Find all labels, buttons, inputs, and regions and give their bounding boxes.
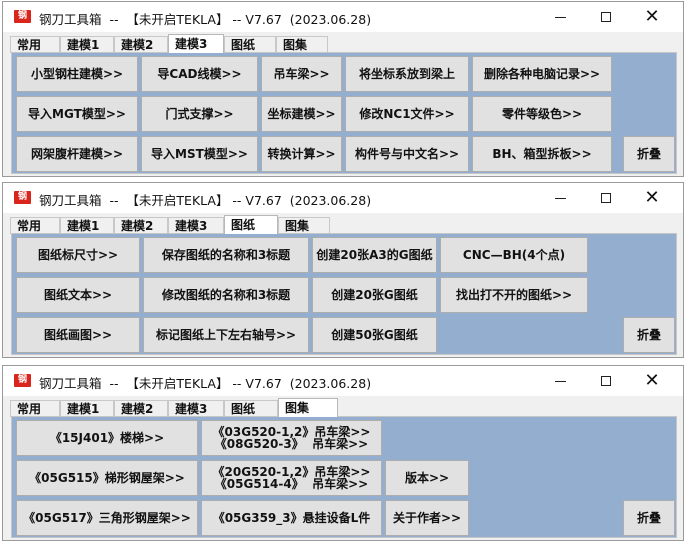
window-title: 钢刀工具箱 -- 【未开启TEKLA】 -- V7.67 (2023.06.28… bbox=[39, 376, 372, 391]
mark-axis-labels-button[interactable]: 标记图纸上下左右轴号>> bbox=[143, 317, 309, 353]
close-button[interactable]: ✕ bbox=[629, 183, 675, 213]
atlas-crane-beam-03-08-button[interactable]: 《03G520-1,2》吊车梁>> 《08G520-3》 吊车梁>> bbox=[201, 420, 382, 456]
tab-modeling3[interactable]: 建模3 bbox=[168, 34, 224, 53]
button-line-2: 《05G514-4》 吊车梁>> bbox=[214, 477, 369, 491]
version-button[interactable]: 版本>> bbox=[385, 460, 469, 496]
tab-atlas[interactable]: 图集 bbox=[276, 36, 328, 53]
delete-records-button[interactable]: 删除各种电脑记录>> bbox=[472, 56, 612, 92]
small-steel-column-button[interactable]: 小型钢柱建模>> bbox=[16, 56, 138, 92]
close-icon: ✕ bbox=[644, 370, 660, 391]
import-mgt-button[interactable]: 导入MGT模型>> bbox=[16, 96, 138, 132]
window-drawings: 钢刀 钢刀工具箱 -- 【未开启TEKLA】 -- V7.67 (2023.06… bbox=[2, 182, 684, 358]
title-bar[interactable]: 钢刀 钢刀工具箱 -- 【未开启TEKLA】 -- V7.67 (2023.06… bbox=[3, 183, 683, 215]
atlas-05g517-triangle-truss-button[interactable]: 《05G517》三角形钢屋架>> bbox=[16, 500, 198, 536]
atlas-05g359-hanging-button[interactable]: 《05G359_3》悬挂设备L件 bbox=[201, 500, 382, 536]
minimize-button[interactable] bbox=[537, 366, 583, 396]
save-drawing-title-button[interactable]: 保存图纸的名称和3标题 bbox=[143, 237, 309, 273]
fold-button[interactable]: 折叠 bbox=[623, 317, 675, 353]
minimize-button[interactable] bbox=[537, 183, 583, 213]
drawing-sketch-button[interactable]: 图纸画图>> bbox=[16, 317, 140, 353]
tab-modeling3[interactable]: 建模3 bbox=[168, 217, 224, 234]
atlas-15j401-stairs-button[interactable]: 《15J401》楼梯>> bbox=[16, 420, 198, 456]
close-icon: ✕ bbox=[644, 187, 660, 208]
bh-box-split-button[interactable]: BH、箱型拆板>> bbox=[472, 136, 612, 172]
part-class-color-button[interactable]: 零件等级色>> bbox=[472, 96, 612, 132]
tab-drawings[interactable]: 图纸 bbox=[224, 215, 278, 234]
about-author-button[interactable]: 关于作者>> bbox=[385, 500, 469, 536]
button-panel: 图纸标尺寸>> 保存图纸的名称和3标题 创建20张A3的G图纸 CNC—BH(4… bbox=[11, 233, 677, 355]
button-panel: 《15J401》楼梯>> 《03G520-1,2》吊车梁>> 《08G520-3… bbox=[11, 416, 677, 538]
portal-brace-button[interactable]: 门式支撑>> bbox=[141, 96, 258, 132]
maximize-button[interactable] bbox=[583, 366, 629, 396]
app-icon: 钢刀 bbox=[14, 374, 31, 398]
crane-beam-button[interactable]: 吊车梁>> bbox=[261, 56, 342, 92]
title-bar[interactable]: 钢刀 钢刀工具箱 -- 【未开启TEKLA】 -- V7.67 (2023.06… bbox=[3, 366, 683, 398]
fold-button[interactable]: 折叠 bbox=[623, 500, 675, 536]
tab-modeling2[interactable]: 建模2 bbox=[114, 36, 168, 53]
drawing-dimension-button[interactable]: 图纸标尺寸>> bbox=[16, 237, 140, 273]
truss-web-member-button[interactable]: 网架腹杆建模>> bbox=[16, 136, 138, 172]
button-panel: 小型钢柱建模>> 导CAD线模>> 吊车梁>> 将坐标系放到梁上 删除各种电脑记… bbox=[11, 52, 677, 174]
maximize-icon bbox=[601, 193, 611, 203]
button-line-2: 《08G520-3》 吊车梁>> bbox=[214, 437, 369, 451]
window-title: 钢刀工具箱 -- 【未开启TEKLA】 -- V7.67 (2023.06.28… bbox=[39, 193, 372, 208]
modify-nc1-button[interactable]: 修改NC1文件>> bbox=[345, 96, 469, 132]
coordinate-model-button[interactable]: 坐标建模>> bbox=[261, 96, 342, 132]
maximize-icon bbox=[601, 376, 611, 386]
cnc-bh-button[interactable]: CNC—BH(4个点) bbox=[440, 237, 588, 273]
tab-common[interactable]: 常用 bbox=[10, 217, 60, 234]
atlas-crane-beam-20-05-button[interactable]: 《20G520-1,2》吊车梁>> 《05G514-4》 吊车梁>> bbox=[201, 460, 382, 496]
find-broken-drawings-button[interactable]: 找出打不开的图纸>> bbox=[440, 277, 588, 313]
minimize-icon bbox=[554, 380, 566, 382]
create-a3-g-drawings-button[interactable]: 创建20张A3的G图纸 bbox=[312, 237, 437, 273]
maximize-button[interactable] bbox=[583, 2, 629, 32]
coordinate-to-beam-button[interactable]: 将坐标系放到梁上 bbox=[345, 56, 469, 92]
tab-common[interactable]: 常用 bbox=[10, 36, 60, 53]
minimize-button[interactable] bbox=[537, 2, 583, 32]
tab-modeling3[interactable]: 建模3 bbox=[168, 400, 224, 417]
tab-atlas[interactable]: 图集 bbox=[278, 398, 338, 417]
window-title: 钢刀工具箱 -- 【未开启TEKLA】 -- V7.67 (2023.06.28… bbox=[39, 12, 372, 27]
app-icon: 钢刀 bbox=[14, 191, 31, 215]
window-modeling3: 钢刀 钢刀工具箱 -- 【未开启TEKLA】 -- V7.67 (2023.06… bbox=[2, 1, 684, 177]
close-button[interactable]: ✕ bbox=[629, 366, 675, 396]
minimize-icon bbox=[554, 16, 566, 18]
import-cad-wire-button[interactable]: 导CAD线模>> bbox=[141, 56, 258, 92]
app-icon: 钢刀 bbox=[14, 10, 31, 34]
drawing-text-button[interactable]: 图纸文本>> bbox=[16, 277, 140, 313]
window-atlas: 钢刀 钢刀工具箱 -- 【未开启TEKLA】 -- V7.67 (2023.06… bbox=[2, 365, 684, 541]
maximize-icon bbox=[601, 12, 611, 22]
tab-modeling1[interactable]: 建模1 bbox=[60, 36, 114, 53]
tab-modeling1[interactable]: 建模1 bbox=[60, 217, 114, 234]
part-number-name-button[interactable]: 构件号与中文名>> bbox=[345, 136, 469, 172]
fold-button[interactable]: 折叠 bbox=[623, 136, 675, 172]
minimize-icon bbox=[554, 197, 566, 199]
import-mst-button[interactable]: 导入MST模型>> bbox=[141, 136, 258, 172]
tab-atlas[interactable]: 图集 bbox=[278, 217, 330, 234]
atlas-05g515-trapezoid-truss-button[interactable]: 《05G515》梯形钢屋架>> bbox=[16, 460, 198, 496]
create-20-g-drawings-button[interactable]: 创建20张G图纸 bbox=[312, 277, 437, 313]
close-icon: ✕ bbox=[644, 6, 660, 27]
tab-modeling2[interactable]: 建模2 bbox=[114, 217, 168, 234]
create-50-g-drawings-button[interactable]: 创建50张G图纸 bbox=[312, 317, 437, 353]
title-bar[interactable]: 钢刀 钢刀工具箱 -- 【未开启TEKLA】 -- V7.67 (2023.06… bbox=[3, 2, 683, 34]
tab-drawings[interactable]: 图纸 bbox=[224, 36, 276, 53]
tab-drawings[interactable]: 图纸 bbox=[224, 400, 278, 417]
tab-common[interactable]: 常用 bbox=[10, 400, 60, 417]
maximize-button[interactable] bbox=[583, 183, 629, 213]
modify-drawing-title-button[interactable]: 修改图纸的名称和3标题 bbox=[143, 277, 309, 313]
close-button[interactable]: ✕ bbox=[629, 2, 675, 32]
tab-modeling2[interactable]: 建模2 bbox=[114, 400, 168, 417]
tab-modeling1[interactable]: 建模1 bbox=[60, 400, 114, 417]
convert-calc-button[interactable]: 转换计算>> bbox=[261, 136, 342, 172]
